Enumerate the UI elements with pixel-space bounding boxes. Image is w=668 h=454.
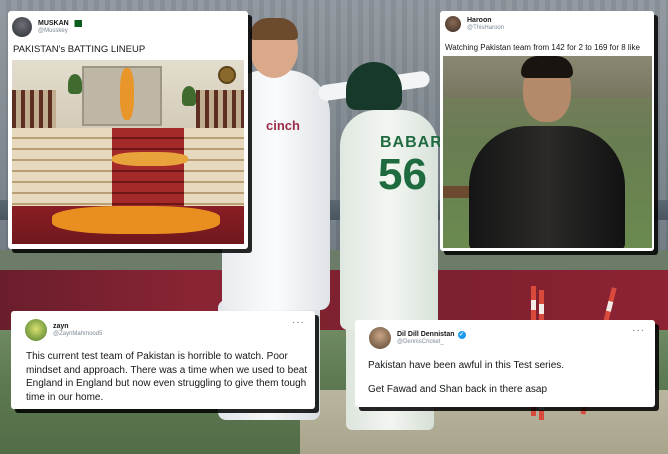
- avatar[interactable]: [12, 17, 32, 37]
- more-options-icon[interactable]: ···: [292, 317, 305, 328]
- tweet-text-line1: Pakistan have been awful in this Test se…: [368, 360, 565, 371]
- avatar[interactable]: [445, 16, 461, 32]
- tweet-card-dennis[interactable]: Dil Dill Dennistan ✓ @DennisCricket_ ···…: [355, 320, 655, 407]
- plant-icon: [68, 74, 82, 94]
- tweet-image[interactable]: [443, 56, 652, 248]
- tweet-author-name[interactable]: Dil Dill Dennistan: [397, 331, 455, 339]
- tweet-card-muskan[interactable]: MUSKAN @Musskey PAKISTAN's BATTING LINEU…: [8, 11, 248, 249]
- plant-icon: [182, 86, 196, 106]
- tweet-text-line2: Get Fawad and Shan back in there asap: [368, 384, 548, 395]
- tweet-author-handle[interactable]: @ZaynMahmood5: [53, 331, 102, 338]
- tweet-author-handle[interactable]: @Musskey: [38, 28, 82, 35]
- tweet-author-name[interactable]: MUSKAN: [38, 20, 69, 28]
- tweet-header: zayn @ZaynMahmood5: [25, 319, 102, 341]
- tweet-image[interactable]: [12, 60, 244, 244]
- more-options-icon[interactable]: ···: [632, 325, 645, 336]
- tweet-author-name[interactable]: Haroon: [467, 17, 504, 25]
- clock-icon: [218, 66, 236, 84]
- pakistan-flag-icon: [71, 20, 82, 28]
- tweet-header: Dil Dill Dennistan ✓ @DennisCricket_: [369, 327, 466, 349]
- verified-badge-icon: ✓: [457, 330, 466, 339]
- tweet-author-name[interactable]: zayn: [53, 323, 102, 331]
- man-in-coat: [469, 126, 625, 248]
- figure-on-floor: [52, 206, 220, 234]
- sponsor-logo: cinch: [266, 118, 300, 133]
- figure-standing: [120, 68, 134, 120]
- avatar[interactable]: [25, 319, 47, 341]
- tweet-card-haroon[interactable]: Haroon @ThisHaroon Watching Pakistan tea…: [440, 11, 654, 251]
- figure-on-stairs: [112, 152, 188, 166]
- jersey-number: 56: [378, 150, 427, 199]
- avatar[interactable]: [369, 327, 391, 349]
- england-player-hair: [250, 18, 298, 40]
- tweet-text: Watching Pakistan team from 142 for 2 to…: [445, 43, 640, 52]
- tweet-author-handle[interactable]: @DennisCricket_: [397, 339, 466, 346]
- pakistan-player-helmet: [346, 62, 402, 110]
- tweet-card-zayn[interactable]: zayn @ZaynMahmood5 ··· This current test…: [11, 311, 315, 409]
- tweet-text: This current test team of Pakistan is ho…: [26, 351, 308, 403]
- tweet-header: MUSKAN @Musskey: [12, 17, 82, 37]
- tweet-text: PAKISTAN's BATTING LINEUP: [13, 44, 146, 55]
- tweet-header: Haroon @ThisHaroon: [445, 16, 504, 32]
- tweet-author-handle[interactable]: @ThisHaroon: [467, 25, 504, 32]
